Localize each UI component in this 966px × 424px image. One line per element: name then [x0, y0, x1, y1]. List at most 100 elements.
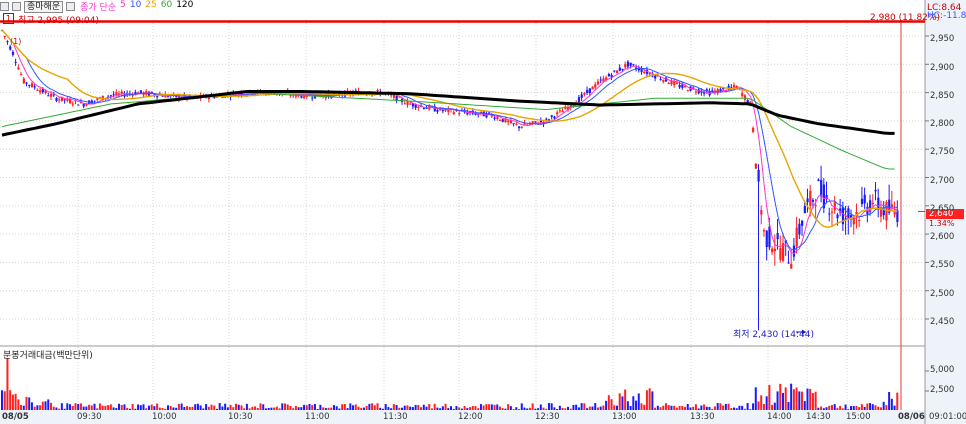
volume-bar [496, 404, 499, 410]
volume-bar [784, 387, 787, 410]
volume-bar [727, 403, 730, 410]
stock-search-icon[interactable] [66, 2, 76, 11]
candle-body [33, 86, 36, 88]
volume-bar [877, 406, 880, 410]
time-tick: 11:00 [305, 412, 330, 422]
volume-bar [243, 408, 246, 410]
candle-body [624, 64, 627, 68]
volume-bar [248, 408, 251, 410]
candle-body [746, 99, 749, 103]
candle-body [498, 120, 502, 122]
volume-bar [852, 406, 855, 410]
candle-body [441, 110, 445, 112]
volume-bar [93, 403, 96, 410]
volume-bar [11, 394, 14, 410]
volume-bar [662, 405, 665, 410]
volume-bar [520, 403, 523, 410]
volume-bar [172, 407, 175, 410]
price-chart[interactable] [0, 0, 966, 424]
volume-bar [188, 406, 191, 410]
candle-body [403, 103, 406, 105]
volume-bar [373, 405, 376, 410]
volume-bar [305, 405, 308, 410]
volume-bar [74, 403, 77, 410]
volume-bar [509, 406, 512, 410]
volume-bar [422, 404, 425, 410]
volume-bar [890, 398, 893, 410]
volume-bar [311, 405, 314, 410]
volume-bar [316, 408, 319, 410]
chart-settings-icon[interactable] [12, 2, 21, 11]
volume-bar [547, 403, 550, 410]
volume-bar [430, 408, 433, 410]
candle-body [520, 126, 523, 128]
volume-bar [286, 404, 289, 410]
volume-bar [381, 408, 384, 410]
candle-body [752, 127, 755, 132]
candle-body [493, 117, 496, 119]
candle-body [109, 95, 113, 97]
volume-bar [820, 406, 823, 410]
candle-body [828, 213, 831, 215]
candle-body [39, 90, 42, 93]
volume-bar [120, 405, 123, 410]
volume-bar [713, 406, 716, 410]
time-tick: 12:00 [458, 412, 483, 422]
volume-bar [63, 408, 66, 410]
volume-bar [556, 408, 559, 410]
volume-bar [66, 403, 69, 410]
candle-body [36, 89, 39, 91]
candle-body [654, 75, 657, 79]
signal-marker: (1) [10, 37, 22, 46]
volume-bar [624, 389, 627, 410]
candle-body [28, 84, 31, 86]
volume-bar [493, 404, 496, 410]
candle-body [17, 67, 20, 70]
stock-name-tab[interactable]: 종마해운 [24, 0, 64, 13]
volume-bar [711, 408, 714, 410]
candle-body [594, 84, 597, 88]
volume-bar [284, 403, 287, 410]
chart-menu-icon[interactable] [0, 2, 9, 11]
candle-body [860, 198, 864, 205]
candle-body [790, 263, 793, 269]
volume-bar [705, 406, 708, 410]
volume-bar [893, 405, 896, 410]
candle-body [583, 92, 586, 95]
time-tick: 09:30 [77, 412, 102, 422]
candle-body [667, 83, 670, 85]
volume-bar [719, 403, 722, 410]
volume-bar [577, 407, 580, 410]
volume-bar [6, 358, 9, 410]
candle-body [798, 223, 801, 235]
candle-body [762, 230, 766, 232]
volume-bar [822, 408, 825, 410]
volume-bar [153, 406, 156, 410]
price-tick: 2,750 [930, 147, 955, 157]
volume-bar [643, 404, 646, 410]
volume-bar [264, 408, 267, 410]
volume-bar [700, 405, 703, 410]
volume-bar [779, 383, 782, 410]
volume-bar [656, 405, 659, 410]
volume-bar [681, 406, 684, 410]
volume-bar [224, 403, 227, 410]
candle-body [518, 126, 521, 129]
volume-bar [147, 405, 150, 410]
volume-bar [273, 407, 276, 410]
volume-bar [278, 408, 281, 410]
ma-legend: 종가 단순 5 10 25 60 120 [80, 0, 193, 13]
candle-body [82, 103, 85, 107]
candle-body [580, 94, 583, 98]
candle-body [561, 110, 564, 113]
candle-body [392, 95, 396, 98]
volume-bar [479, 404, 482, 410]
volume-bar [343, 404, 346, 410]
candle-body [69, 99, 72, 104]
volume-bar [354, 404, 357, 410]
volume-bar [262, 404, 265, 410]
volume-bar [313, 403, 316, 410]
volume-bar [752, 403, 755, 410]
volume-bar [240, 405, 243, 410]
volume-bar [1, 390, 3, 410]
